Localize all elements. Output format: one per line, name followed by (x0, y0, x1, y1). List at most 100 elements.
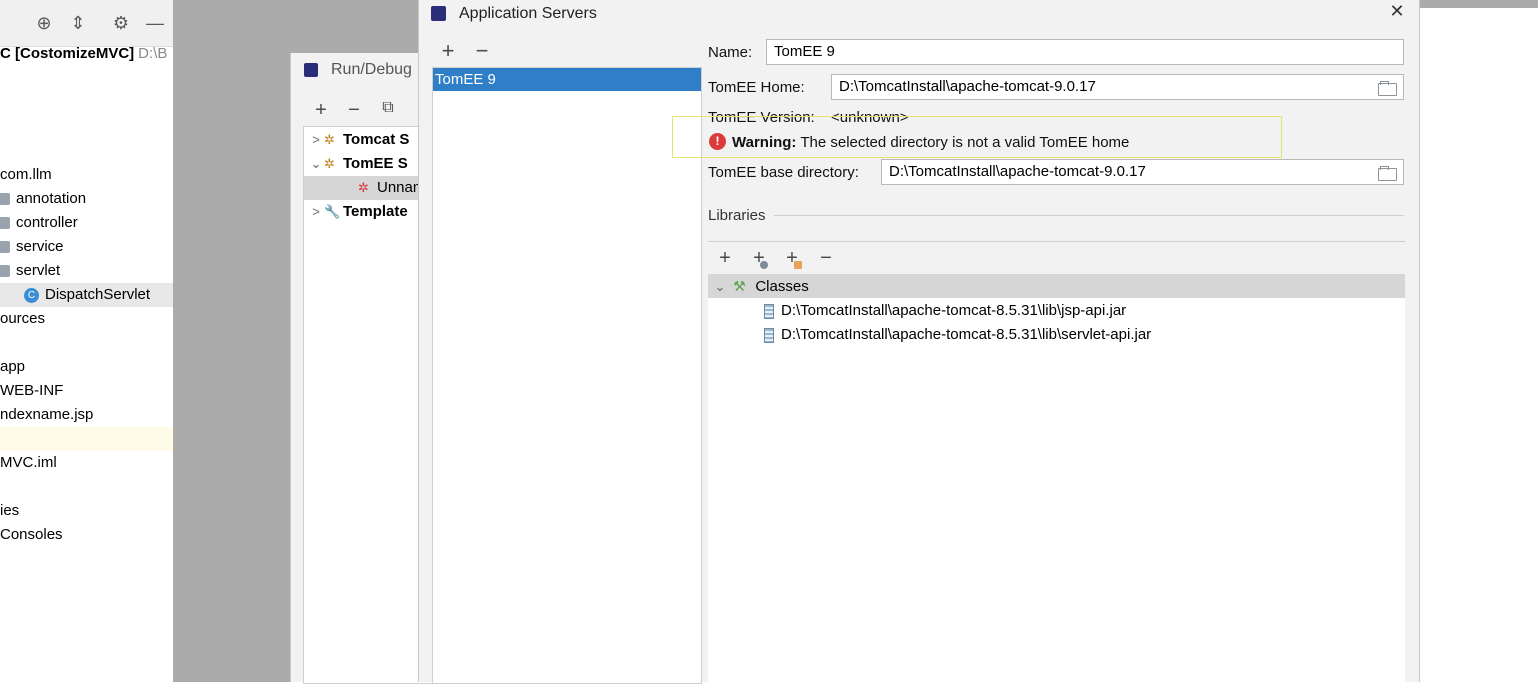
jar-item[interactable]: D:\TomcatInstall\apache-tomcat-8.5.31\li… (764, 299, 1126, 323)
jar-icon (764, 327, 774, 343)
tree-item-label: servlet (16, 262, 61, 279)
warning-message: Warning: The selected directory is not a… (732, 134, 1129, 151)
tree-item-label: controller (16, 214, 78, 231)
folder-browse-icon[interactable] (1377, 81, 1397, 96)
tree-item-servlet[interactable]: servlet (0, 259, 60, 283)
tree-item-label: ndexname.jsp (0, 406, 94, 423)
project-root-name: C [CostomizeMVC] (0, 45, 135, 62)
tomcat-error-icon: ✲ (358, 180, 369, 196)
tree-item-label: ies (0, 502, 20, 519)
tree-item-dispatchservlet[interactable]: C DispatchServlet (0, 283, 173, 307)
folder-icon (0, 265, 10, 278)
tomcat-icon: ✲ (324, 132, 335, 148)
home-path-field[interactable]: D:\TomcatInstall\apache-tomcat-9.0.17 (831, 74, 1404, 100)
jar-path: D:\TomcatInstall\apache-tomcat-8.5.31\li… (781, 302, 1127, 319)
add-library-button[interactable]: + (714, 247, 736, 269)
close-icon[interactable]: ✕ (1387, 1, 1407, 22)
tomcat-icon: ✲ (324, 156, 335, 172)
jar-path: D:\TomcatInstall\apache-tomcat-8.5.31\li… (781, 326, 1152, 343)
chevron-down-icon: ⌄ (714, 279, 726, 294)
add-config-button[interactable]: + (311, 99, 331, 122)
copy-config-icon[interactable]: ⧉ (378, 99, 398, 117)
run-config-tree: > ✲ Tomcat S ⌄ ✲ TomEE S ✲ Unnam > 🔧 Template (303, 126, 435, 684)
chevron-right-icon: > (312, 132, 320, 147)
tree-item-highlight (0, 427, 173, 451)
wrench-icon: 🔧 (324, 204, 341, 220)
jar-badge-icon (760, 261, 768, 269)
remove-config-button[interactable]: − (344, 99, 364, 122)
tree-item-resources[interactable]: ources (0, 307, 45, 331)
application-servers-dialog: Application Servers ✕ + − TomEE 9 Name: … (418, 0, 1420, 684)
tree-item-label: ources (0, 310, 46, 327)
jar-icon (764, 303, 774, 319)
gear-icon[interactable]: ⚙ (110, 12, 132, 34)
tree-item-webinf[interactable]: WEB-INF (0, 379, 63, 403)
chevron-right-icon: > (312, 204, 320, 219)
tree-item-label: Consoles (0, 526, 63, 543)
warning-bold: Warning: (732, 134, 797, 151)
tree-item-label: annotation (16, 190, 87, 207)
folder-browse-icon[interactable] (1377, 166, 1397, 181)
tree-item-label: MVC.iml (0, 454, 57, 471)
folder-badge-icon (794, 261, 802, 269)
error-icon: ! (709, 133, 726, 150)
folder-icon (0, 217, 10, 230)
intellij-icon (431, 6, 446, 21)
folder-icon (0, 193, 10, 206)
jar-item[interactable]: D:\TomcatInstall\apache-tomcat-8.5.31\li… (764, 323, 1151, 347)
tree-item-service[interactable]: service (0, 235, 64, 259)
project-toolbar: ⊕ ⇕ ⚙ — (0, 0, 173, 47)
name-label: Name: (708, 44, 753, 61)
run-debug-dialog: Run/Debug + − ⧉ > ✲ Tomcat S ⌄ ✲ TomEE S ✲ Un… (290, 53, 435, 684)
tree-item-annotation[interactable]: annotation (0, 187, 86, 211)
project-root-path: D:\B (138, 45, 168, 62)
home-label: TomEE Home: (708, 79, 805, 96)
base-dir-field[interactable]: D:\TomcatInstall\apache-tomcat-9.0.17 (881, 159, 1404, 185)
tree-item-label: app (0, 358, 26, 375)
tree-item-label: WEB-INF (0, 382, 64, 399)
collapse-icon[interactable]: ⇕ (67, 12, 89, 34)
tree-item-label: service (16, 238, 64, 255)
tree-item-label: Template (343, 203, 408, 220)
editor-area (1418, 0, 1538, 682)
tree-item-webapp[interactable]: app (0, 355, 25, 379)
server-list-item[interactable]: TomEE 9 (433, 68, 701, 91)
class-icon: C (24, 287, 39, 303)
classes-node[interactable]: ⌄ ⚒ Classes (708, 274, 1405, 298)
tree-item-tomee-server[interactable]: ⌄ ✲ TomEE S (304, 152, 434, 176)
project-panel: ⊕ ⇕ ⚙ — C [CostomizeMVC] D:\B com.llm ann… (0, 0, 173, 682)
chevron-down-icon: ⌄ (310, 156, 322, 171)
tree-item-label: DispatchServlet (45, 286, 151, 303)
tree-item-libraries[interactable]: ies (0, 499, 19, 523)
tree-item-package[interactable]: com.llm (0, 163, 52, 187)
name-field[interactable]: TomEE 9 (766, 39, 1404, 65)
tree-item-unnamed[interactable]: ✲ Unnam (304, 176, 434, 200)
intellij-icon (304, 63, 318, 77)
tree-item-tomcat-server[interactable]: > ✲ Tomcat S (304, 128, 434, 152)
libraries-divider (774, 215, 1404, 216)
libraries-label: Libraries (708, 207, 766, 224)
tree-item-label: com.llm (0, 166, 52, 183)
remove-server-button[interactable]: − (471, 40, 493, 62)
tree-item-templates[interactable]: > 🔧 Template (304, 200, 434, 224)
editor-top-strip (1418, 0, 1538, 8)
add-server-button[interactable]: + (437, 40, 459, 62)
minimize-icon[interactable]: — (144, 12, 166, 34)
tree-item-label: TomEE S (343, 155, 408, 172)
warning-text: The selected directory is not a valid To… (800, 134, 1130, 151)
project-root[interactable]: C [CostomizeMVC] D:\B (0, 45, 167, 62)
run-debug-title: Run/Debug (331, 61, 412, 78)
tree-item-consoles[interactable]: Consoles (0, 523, 63, 547)
dialog-title: Application Servers (459, 5, 597, 22)
tree-item-label: Tomcat S (343, 131, 410, 148)
tree-item-controller[interactable]: controller (0, 211, 78, 235)
locate-icon[interactable]: ⊕ (33, 12, 55, 34)
tree-item-iml[interactable]: MVC.iml (0, 451, 57, 475)
base-dir-label: TomEE base directory: (708, 164, 859, 181)
remove-library-button[interactable]: − (815, 247, 837, 269)
folder-icon (0, 241, 10, 254)
server-list: TomEE 9 (432, 67, 702, 684)
tree-item-indexname[interactable]: ndexname.jsp (0, 403, 93, 427)
libraries-separator (708, 241, 1405, 242)
library-tree: ⌄ ⚒ Classes D:\TomcatInstall\apache-tomc… (708, 274, 1405, 682)
